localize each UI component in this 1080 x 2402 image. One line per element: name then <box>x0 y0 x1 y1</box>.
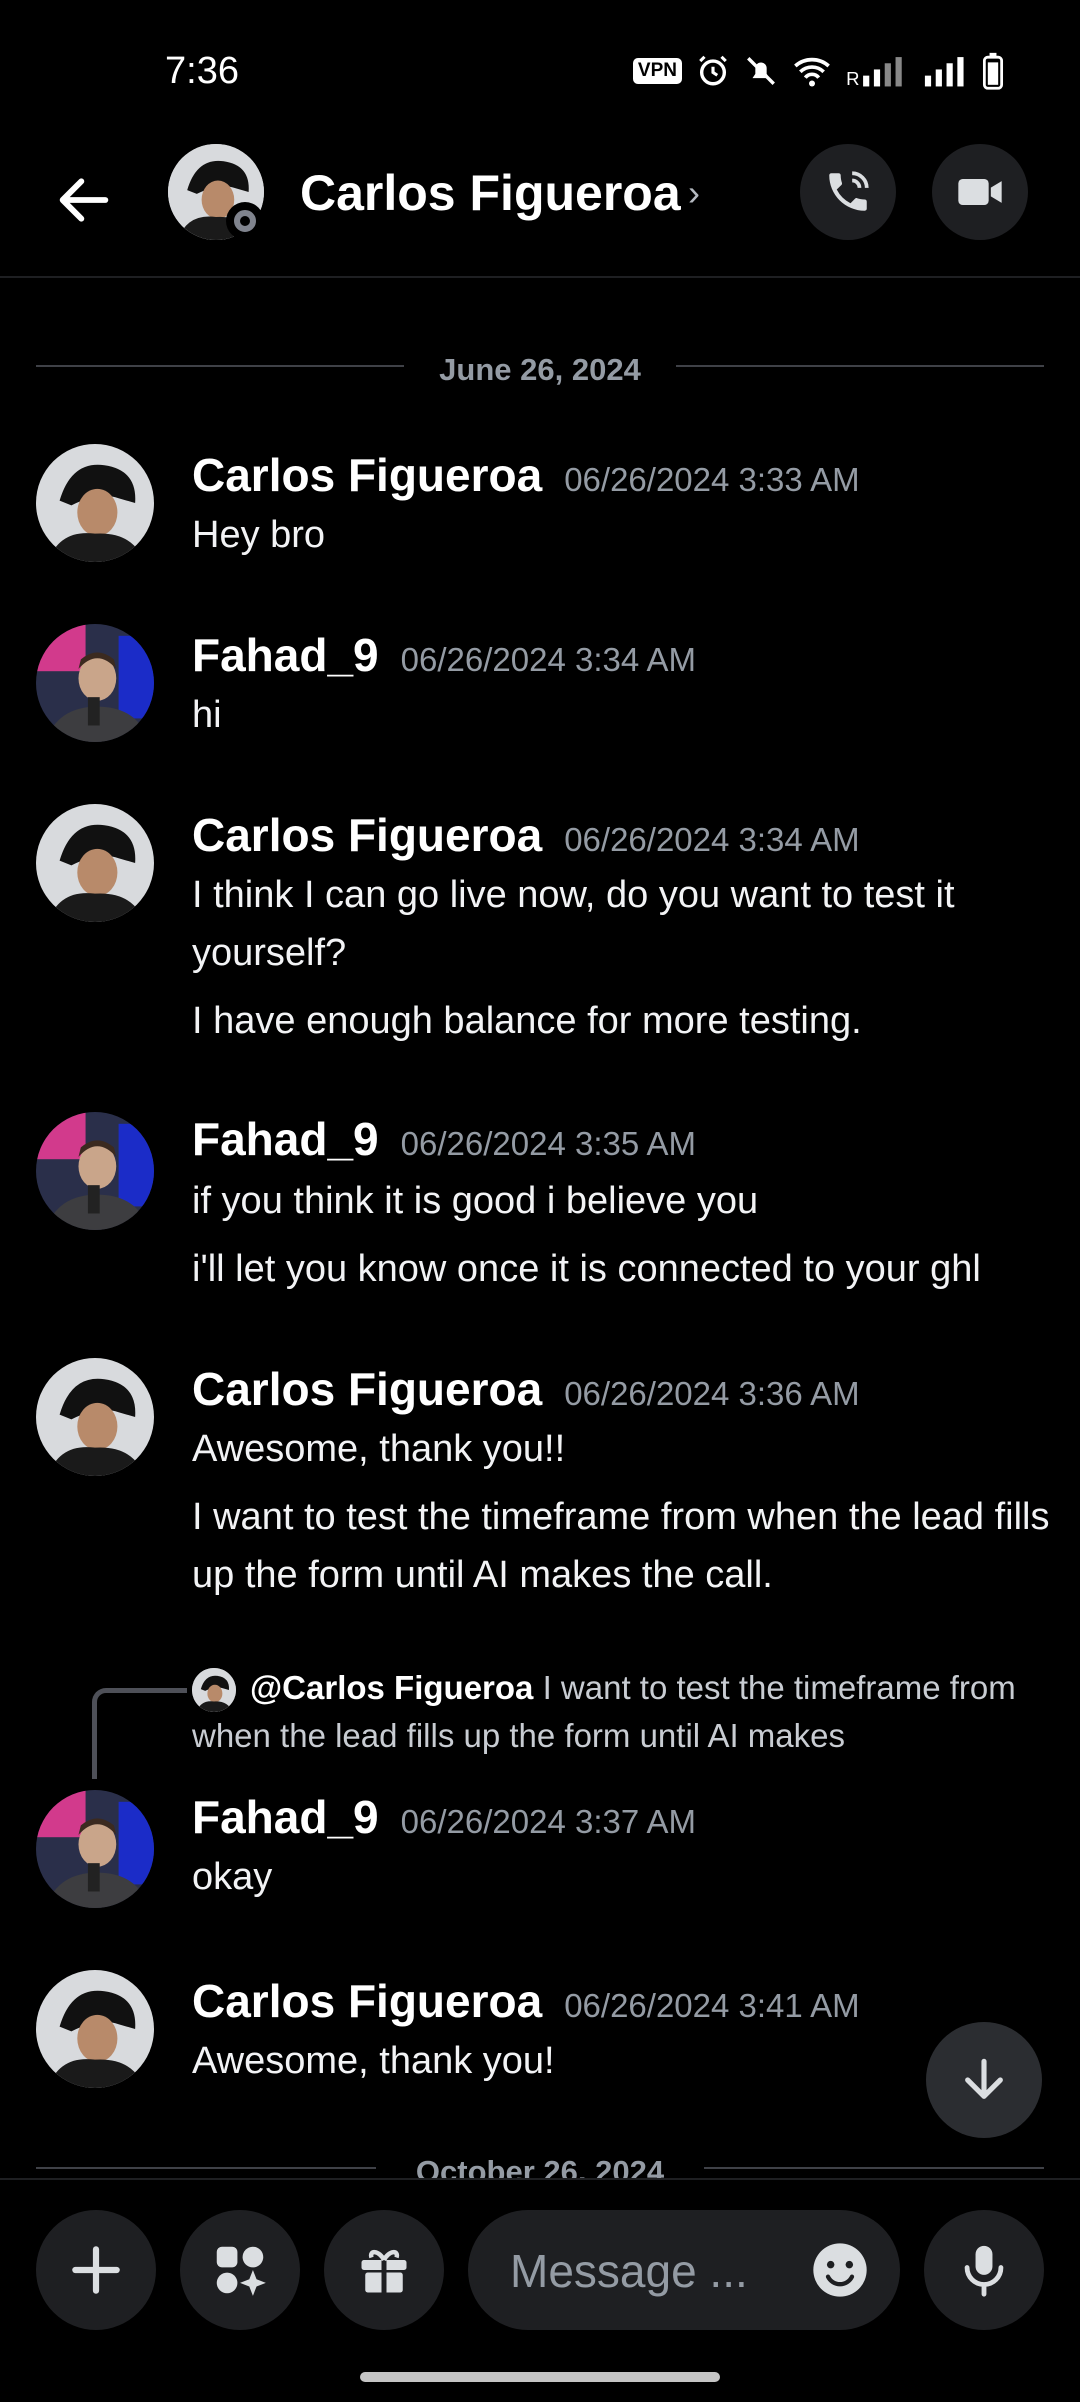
voice-message-button[interactable] <box>924 2210 1044 2330</box>
signal-r-icon: R <box>846 57 902 88</box>
message-author[interactable]: Fahad_9 06/26/2024 3:37 AM <box>192 1790 696 1844</box>
message-author[interactable]: Carlos Figueroa 06/26/2024 3:41 AM <box>192 1974 860 2028</box>
message-text: okay <box>192 1856 273 1898</box>
reply-mention: @Carlos Figueroa <box>250 1669 534 1706</box>
status-bar: 7:36 VPN R <box>0 0 1080 140</box>
message-text: i'll let you know once it is connected t… <box>192 1248 981 1290</box>
avatar[interactable] <box>36 1970 154 2088</box>
message-composer <box>0 2178 1080 2402</box>
apps-button[interactable] <box>180 2210 300 2330</box>
message-author[interactable]: Fahad_9 06/26/2024 3:35 AM <box>192 1112 696 1166</box>
microphone-icon <box>964 2245 1004 2297</box>
message-author[interactable]: Fahad_9 06/26/2024 3:34 AM <box>192 628 696 682</box>
message-text: Awesome, thank you! <box>192 2040 555 2082</box>
message-timestamp: 06/26/2024 3:34 AM <box>564 821 860 858</box>
avatar[interactable] <box>36 1358 154 1476</box>
signal-icon <box>924 57 964 87</box>
message-text: hi <box>192 694 222 736</box>
message-timestamp: 06/26/2024 3:41 AM <box>564 1987 860 2024</box>
message-timestamp: 06/26/2024 3:36 AM <box>564 1375 860 1412</box>
phone-icon <box>829 171 869 211</box>
message-text: I want to test the timeframe from when t… <box>192 1496 1050 1596</box>
arrow-down-icon <box>965 2058 1003 2099</box>
avatar[interactable] <box>36 1790 154 1908</box>
status-icons: VPN R <box>632 52 1004 90</box>
message-timestamp: 06/26/2024 3:37 AM <box>400 1803 697 1840</box>
jump-to-bottom-button[interactable] <box>926 2022 1042 2138</box>
emoji-icon[interactable] <box>808 2238 872 2302</box>
video-camera-icon <box>958 179 1002 205</box>
wifi-icon <box>794 57 830 87</box>
header-title[interactable]: Carlos Figueroa <box>300 164 681 222</box>
dm-header: Carlos Figueroa › <box>0 140 1080 278</box>
avatar[interactable] <box>36 444 154 562</box>
gift-icon <box>361 2249 407 2293</box>
alarm-icon <box>699 55 727 86</box>
date-divider: June 26, 2024 <box>36 346 1044 387</box>
reply-connector <box>92 1688 187 1779</box>
svg-text:R: R <box>846 68 859 88</box>
chevron-right-icon[interactable]: › <box>688 172 700 214</box>
message-input[interactable] <box>508 2210 812 2332</box>
message-author[interactable]: Carlos Figueroa 06/26/2024 3:34 AM <box>192 808 860 862</box>
home-indicator[interactable] <box>360 2372 720 2382</box>
message-author[interactable]: Carlos Figueroa 06/26/2024 3:36 AM <box>192 1362 860 1416</box>
message-text: if you think it is good i believe you <box>192 1180 759 1222</box>
plus-icon <box>72 2246 120 2294</box>
video-call-button[interactable] <box>932 144 1028 240</box>
mute-icon <box>747 57 775 85</box>
avatar[interactable] <box>36 624 154 742</box>
offline-status-icon <box>226 202 264 240</box>
battery-icon <box>982 52 1004 90</box>
message-timestamp: 06/26/2024 3:34 AM <box>400 641 697 678</box>
reply-avatar <box>192 1668 236 1713</box>
message-input-wrapper[interactable] <box>468 2210 900 2332</box>
message-text: I think I can go live now, do you want t… <box>192 874 955 974</box>
gift-button[interactable] <box>324 2210 444 2330</box>
back-arrow-icon[interactable] <box>52 168 116 232</box>
voice-call-button[interactable] <box>800 144 896 240</box>
apps-icon <box>216 2246 266 2296</box>
message-text: I have enough balance for more testing. <box>192 1000 862 1042</box>
clock: 7:36 <box>165 50 239 92</box>
message-text: Awesome, thank you!! <box>192 1428 566 1470</box>
message-timestamp: 06/26/2024 3:35 AM <box>400 1125 697 1162</box>
avatar[interactable] <box>36 804 154 922</box>
reply-preview[interactable]: @Carlos Figueroa I want to test the time… <box>192 1664 1052 1760</box>
attach-button[interactable] <box>36 2210 156 2330</box>
vpn-icon: VPN <box>632 58 682 84</box>
message-author[interactable]: Carlos Figueroa 06/26/2024 3:33 AM <box>192 448 860 502</box>
message-timestamp: 06/26/2024 3:33 AM <box>564 461 860 498</box>
avatar[interactable] <box>36 1112 154 1230</box>
message-text: Hey bro <box>192 514 326 556</box>
